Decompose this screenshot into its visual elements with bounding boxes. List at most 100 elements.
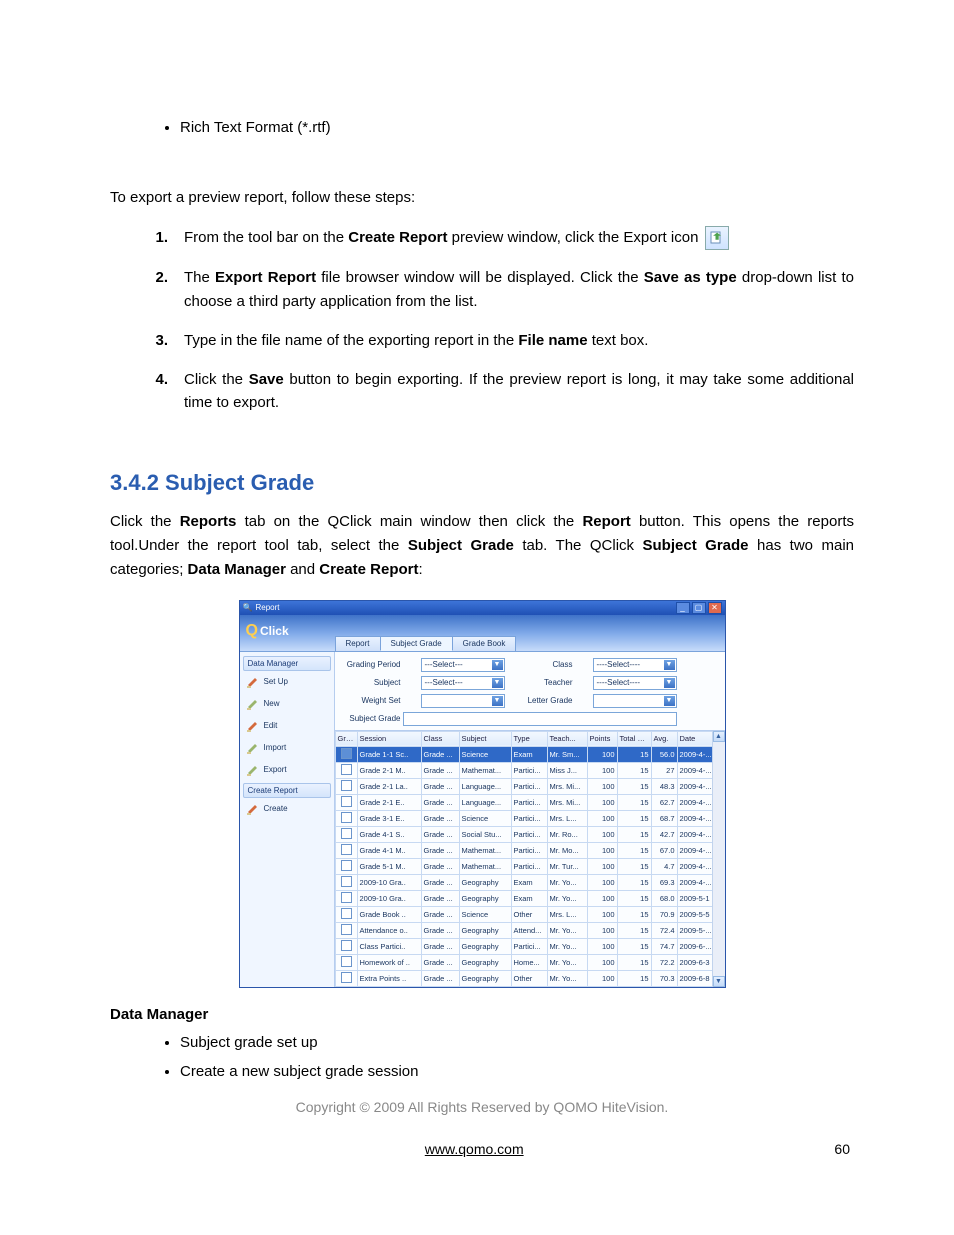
select-grading-period[interactable]: ---Select---▼ bbox=[421, 658, 505, 672]
col-header[interactable]: Subject bbox=[459, 731, 511, 746]
row-checkbox[interactable] bbox=[341, 892, 352, 903]
scroll-up-icon[interactable]: ▲ bbox=[713, 731, 725, 742]
step-2-num: 2. bbox=[150, 266, 168, 289]
label-teacher: Teacher bbox=[525, 676, 573, 690]
window-title: Report bbox=[255, 603, 279, 612]
intro-bullet: Rich Text Format (*.rtf) bbox=[180, 116, 854, 139]
scrollbar[interactable]: ▲ ▼ bbox=[712, 731, 725, 987]
row-checkbox[interactable] bbox=[341, 844, 352, 855]
page-number: 60 bbox=[834, 1141, 850, 1157]
step-4: Click the Save button to begin exporting… bbox=[184, 368, 854, 415]
sidebar-item-label: New bbox=[264, 699, 280, 708]
sidebar-item-new[interactable]: New bbox=[243, 693, 331, 715]
sidebar-section-create-report[interactable]: Create Report bbox=[243, 783, 331, 798]
subheading-data-manager: Data Manager bbox=[110, 1006, 854, 1023]
select-class[interactable]: ----Select----▼ bbox=[593, 658, 677, 672]
row-checkbox[interactable] bbox=[341, 956, 352, 967]
table-row[interactable]: Grade 5-1 M..Grade ...Mathemat...Partici… bbox=[335, 858, 721, 874]
label-subject-grade: Subject Grade bbox=[343, 712, 401, 726]
row-checkbox[interactable] bbox=[341, 924, 352, 935]
col-header[interactable]: Teach... bbox=[547, 731, 587, 746]
data-table: GradeSessionClassSubjectTypeTeach...Poin… bbox=[335, 731, 722, 987]
table-row[interactable]: Extra Points ..Grade ...GeographyOtherMr… bbox=[335, 970, 721, 986]
new-icon bbox=[246, 697, 260, 711]
select-subject[interactable]: ---Select---▼ bbox=[421, 676, 505, 690]
col-header[interactable]: Total S... bbox=[617, 731, 651, 746]
step-4-num: 4. bbox=[150, 368, 168, 391]
row-checkbox[interactable] bbox=[341, 748, 352, 759]
table-row[interactable]: Grade 4-1 S..Grade ...Social Stu...Parti… bbox=[335, 826, 721, 842]
table-row[interactable]: Class Partici..Grade ...GeographyPartici… bbox=[335, 938, 721, 954]
col-header[interactable]: Avg. bbox=[651, 731, 677, 746]
col-header[interactable]: Class bbox=[421, 731, 459, 746]
sidebar-item-export[interactable]: Export bbox=[243, 759, 331, 781]
tab-grade-book[interactable]: Grade Book bbox=[452, 636, 517, 651]
table-row[interactable]: Grade 2-1 La..Grade ...Language...Partic… bbox=[335, 778, 721, 794]
row-checkbox[interactable] bbox=[341, 972, 352, 983]
section-heading: 3.4.2 Subject Grade bbox=[110, 470, 854, 496]
list-item: Create a new subject grade session bbox=[180, 1060, 854, 1083]
row-checkbox[interactable] bbox=[341, 780, 352, 791]
chevron-down-icon: ▼ bbox=[664, 696, 675, 706]
sidebar-item-create[interactable]: Create bbox=[243, 798, 331, 820]
sidebar-section-data-manager[interactable]: Data Manager bbox=[243, 656, 331, 671]
table-row[interactable]: Grade 2-1 M..Grade ...Mathemat...Partici… bbox=[335, 762, 721, 778]
col-header[interactable]: Type bbox=[511, 731, 547, 746]
minimize-button[interactable]: _ bbox=[676, 602, 690, 614]
report-window: 🔍 Report _ ▢ ✕ QClick ReportSubject Grad… bbox=[239, 600, 726, 988]
label-subject: Subject bbox=[343, 676, 401, 690]
table-row[interactable]: 2009-10 Gra..Grade ...GeographyExamMr. Y… bbox=[335, 890, 721, 906]
col-header[interactable]: Points bbox=[587, 731, 617, 746]
table-row[interactable]: Grade 2-1 E..Grade ...Language...Partici… bbox=[335, 794, 721, 810]
table-row[interactable]: Grade 1-1 Sc..Grade ...ScienceExamMr. Sm… bbox=[335, 746, 721, 762]
step-3-num: 3. bbox=[150, 329, 168, 352]
import-icon bbox=[246, 741, 260, 755]
sidebar-item-label: Set Up bbox=[264, 677, 288, 686]
table-row[interactable]: Grade 3-1 E..Grade ...SciencePartici...M… bbox=[335, 810, 721, 826]
col-header[interactable]: Session bbox=[357, 731, 421, 746]
chevron-down-icon: ▼ bbox=[492, 660, 503, 670]
tab-report[interactable]: Report bbox=[335, 636, 381, 651]
select-teacher[interactable]: ----Select----▼ bbox=[593, 676, 677, 690]
row-checkbox[interactable] bbox=[341, 876, 352, 887]
sidebar-item-label: Create bbox=[264, 804, 288, 813]
sidebar: Data Manager Set Up New Edit Import Export C… bbox=[240, 652, 335, 987]
tab-subject-grade[interactable]: Subject Grade bbox=[380, 636, 453, 651]
maximize-button[interactable]: ▢ bbox=[692, 602, 706, 614]
sidebar-item-set-up[interactable]: Set Up bbox=[243, 671, 331, 693]
copyright: Copyright © 2009 All Rights Reserved by … bbox=[110, 1099, 854, 1115]
select-weight-set[interactable]: ▼ bbox=[421, 694, 505, 708]
row-checkbox[interactable] bbox=[341, 812, 352, 823]
row-checkbox[interactable] bbox=[341, 908, 352, 919]
row-checkbox[interactable] bbox=[341, 796, 352, 807]
sidebar-item-label: Edit bbox=[264, 721, 278, 730]
create-icon bbox=[246, 802, 260, 816]
sidebar-item-import[interactable]: Import bbox=[243, 737, 331, 759]
input-subject-grade[interactable] bbox=[403, 712, 677, 726]
sidebar-item-edit[interactable]: Edit bbox=[243, 715, 331, 737]
chevron-down-icon: ▼ bbox=[492, 678, 503, 688]
footer-link[interactable]: www.qomo.com bbox=[425, 1141, 524, 1157]
row-checkbox[interactable] bbox=[341, 828, 352, 839]
row-checkbox[interactable] bbox=[341, 764, 352, 775]
section-para: Click the Reports tab on the QClick main… bbox=[110, 510, 854, 582]
table-row[interactable]: Grade Book ..Grade ...ScienceOtherMrs. L… bbox=[335, 906, 721, 922]
col-header[interactable]: Grade bbox=[335, 731, 357, 746]
scroll-down-icon[interactable]: ▼ bbox=[713, 976, 725, 987]
table-row[interactable]: 2009-10 Gra..Grade ...GeographyExamMr. Y… bbox=[335, 874, 721, 890]
edit-icon bbox=[246, 719, 260, 733]
chevron-down-icon: ▼ bbox=[492, 696, 503, 706]
close-button[interactable]: ✕ bbox=[708, 602, 722, 614]
table-row[interactable]: Homework of ..Grade ...GeographyHome...M… bbox=[335, 954, 721, 970]
header-strip: QClick ReportSubject GradeGrade Book bbox=[240, 615, 725, 651]
row-checkbox[interactable] bbox=[341, 940, 352, 951]
step-1: From the tool bar on the Create Report p… bbox=[184, 226, 854, 250]
sidebar-item-label: Export bbox=[264, 765, 287, 774]
table-row[interactable]: Grade 4-1 M..Grade ...Mathemat...Partici… bbox=[335, 842, 721, 858]
row-checkbox[interactable] bbox=[341, 860, 352, 871]
sidebar-item-label: Import bbox=[264, 743, 287, 752]
select-letter-grade[interactable]: ▼ bbox=[593, 694, 677, 708]
table-row[interactable]: Attendance o..Grade ...GeographyAttend..… bbox=[335, 922, 721, 938]
label-grading-period: Grading Period bbox=[343, 658, 401, 672]
logo: QClick bbox=[246, 622, 289, 640]
